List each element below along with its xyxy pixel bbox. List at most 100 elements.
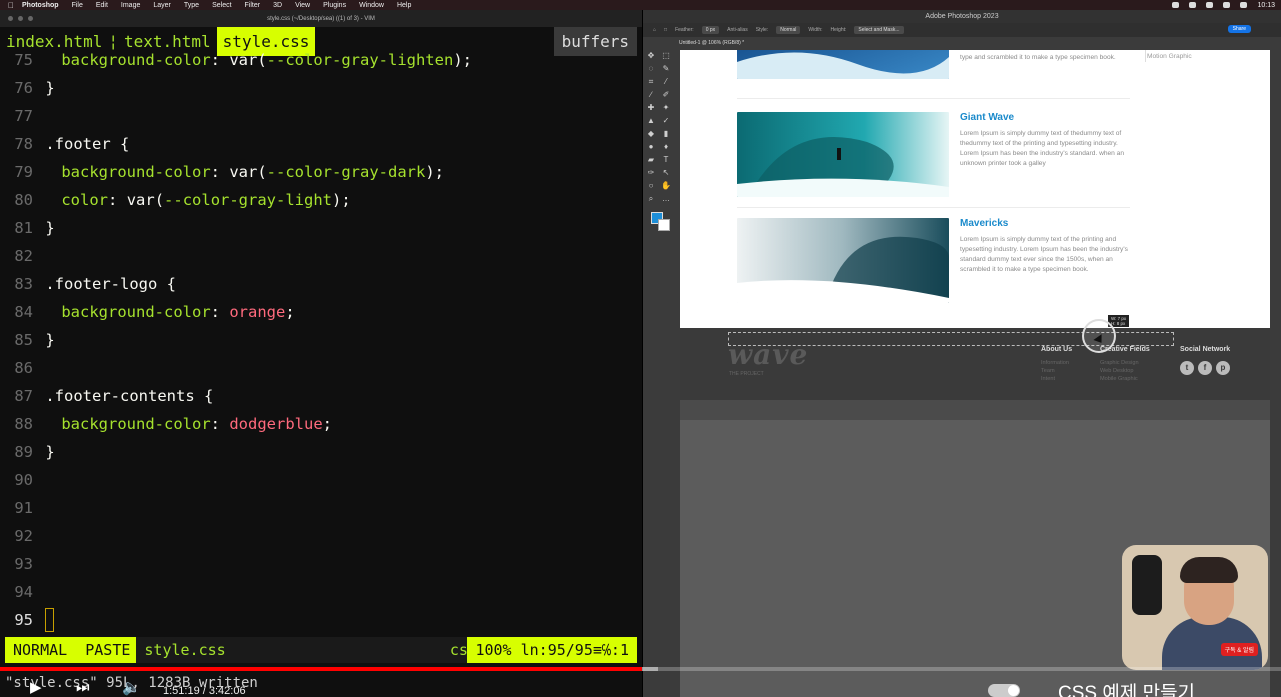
move-tool-icon[interactable]: ✥ <box>646 51 656 61</box>
line-number: 95 <box>14 611 33 629</box>
footer-fields-item[interactable]: Graphic Design <box>1100 360 1139 366</box>
menu-image[interactable]: Image <box>121 2 140 9</box>
wave-thumbnail <box>737 50 949 79</box>
footer-about-item[interactable]: Intent <box>1041 376 1055 382</box>
dodge-icon[interactable]: ♦ <box>661 142 671 152</box>
rect-marquee-icon[interactable]: ⬚ <box>661 51 671 61</box>
menu-type[interactable]: Type <box>184 2 199 9</box>
eraser-icon[interactable]: ◆ <box>646 129 656 139</box>
menu-edit[interactable]: Edit <box>96 2 108 9</box>
menu-layer[interactable]: Layer <box>153 2 171 9</box>
zoom-window-button[interactable] <box>28 16 33 21</box>
menu-plugins[interactable]: Plugins <box>323 2 346 9</box>
style-select[interactable]: Normal <box>776 26 801 34</box>
status-icon[interactable] <box>1206 2 1214 8</box>
hand-icon[interactable]: ✋ <box>661 181 671 191</box>
feather-input[interactable]: 0 px <box>701 26 720 34</box>
quick-select-icon[interactable]: ✎ <box>661 64 671 74</box>
code-line: 94 <box>0 578 642 606</box>
subscribe-badge[interactable]: 구독 & 알림 <box>1220 643 1258 656</box>
video-player-controls: ▶ ⏭ 🔈 1:51:19 / 3:42:06 CSS 예제 만들기 <box>0 676 1281 697</box>
footer-fields-item[interactable]: Web Desktop <box>1100 368 1133 374</box>
footer-about-item[interactable]: Team <box>1041 368 1055 374</box>
blur-icon[interactable]: ● <box>646 142 656 152</box>
menu-help[interactable]: Help <box>397 2 411 9</box>
type-icon[interactable]: T <box>661 155 671 165</box>
history-brush-icon[interactable]: ✓ <box>661 116 671 126</box>
footer-about-item[interactable]: Information <box>1041 360 1069 366</box>
next-icon[interactable]: ⏭ <box>76 679 90 697</box>
line-number: 94 <box>14 583 33 601</box>
canvas-page: type and scrambled it to make a type spe… <box>680 50 1270 328</box>
twitter-icon[interactable]: t <box>1180 361 1194 375</box>
facebook-icon[interactable]: f <box>1198 361 1212 375</box>
code-editor[interactable]: 75 background-color: var(--color-gray-li… <box>0 46 642 634</box>
play-icon[interactable]: ▶ <box>30 679 42 697</box>
menu-3d[interactable]: 3D <box>273 2 282 9</box>
ps-document-tab[interactable]: Untitled-1 @ 106% (RGB/8) * <box>679 37 744 49</box>
line-number: 93 <box>14 555 33 573</box>
css-property: background-color <box>61 303 211 321</box>
menubar-clock[interactable]: 10:13 <box>1257 2 1275 9</box>
volume-icon[interactable]: 🔈 <box>122 679 141 697</box>
status-icon[interactable] <box>1172 2 1180 8</box>
status-position: 100% ln:95/95≡℅:1 <box>467 637 637 663</box>
status-filename: style.css <box>144 641 226 659</box>
menu-window[interactable]: Window <box>359 2 384 9</box>
code-line: 83 .footer-logo { <box>0 270 642 298</box>
menu-file[interactable]: File <box>72 2 83 9</box>
eyedropper-icon[interactable]: ⁄ <box>661 77 671 87</box>
more-tools-icon[interactable]: … <box>661 194 671 204</box>
home-icon[interactable]: ⌂ <box>653 27 656 33</box>
path-select-icon[interactable]: ✑ <box>646 168 656 178</box>
anti-alias-checkbox[interactable]: Anti-alias <box>727 27 748 33</box>
close-window-button[interactable] <box>8 16 13 21</box>
line-number: 81 <box>14 219 33 237</box>
marquee-tool-icon[interactable]: □ <box>664 27 667 33</box>
direct-select-icon[interactable]: ↖ <box>661 168 671 178</box>
clone-icon[interactable]: ✦ <box>661 103 671 113</box>
brush-icon[interactable]: ∕ <box>646 90 656 100</box>
code-line: 84 background-color: orange; <box>0 298 642 326</box>
menu-select[interactable]: Select <box>212 2 231 9</box>
apple-icon[interactable]:  <box>8 1 14 10</box>
code-line: 91 <box>0 494 642 522</box>
ellipse-icon[interactable]: ○ <box>646 181 656 191</box>
battery-icon[interactable] <box>1240 2 1248 8</box>
zoom-icon[interactable]: ⌕ <box>646 194 656 204</box>
minimize-window-button[interactable] <box>18 16 23 21</box>
pencil-icon[interactable]: ✐ <box>661 90 671 100</box>
css-function: var <box>229 163 258 181</box>
background-color-swatch[interactable] <box>658 219 670 231</box>
gradient-icon[interactable]: ▮ <box>661 129 671 139</box>
vim-mode-indicator: NORMAL PASTE <box>5 637 137 663</box>
line-number: 79 <box>14 163 33 181</box>
lasso-icon[interactable]: ◌ <box>646 64 656 74</box>
article-title[interactable]: Mavericks <box>960 218 1008 229</box>
wifi-icon[interactable] <box>1223 2 1231 8</box>
menu-filter[interactable]: Filter <box>245 2 261 9</box>
pen-icon[interactable]: ▰ <box>646 155 656 165</box>
autoplay-toggle[interactable] <box>988 684 1020 697</box>
footer-fields-item[interactable]: Mobile Graphic <box>1100 376 1138 382</box>
stamp-icon[interactable]: ▲ <box>646 116 656 126</box>
menu-view[interactable]: View <box>295 2 310 9</box>
video-progress-bar[interactable] <box>0 667 1281 671</box>
status-icon[interactable] <box>1189 2 1197 8</box>
code-line: 93 <box>0 550 642 578</box>
code-line: 88 background-color: dodgerblue; <box>0 410 642 438</box>
code-line: 82 <box>0 242 642 270</box>
footer-tagline: THE PROJECT <box>729 371 764 377</box>
pinterest-icon[interactable]: p <box>1216 361 1230 375</box>
line-number: 76 <box>14 79 33 97</box>
article-title[interactable]: Giant Wave <box>960 112 1014 123</box>
crop-icon[interactable]: ⌗ <box>646 77 656 87</box>
menu-app-name[interactable]: Photoshop <box>22 2 59 9</box>
code-line: 77 <box>0 102 642 130</box>
healing-icon[interactable]: ✚ <box>646 103 656 113</box>
code-line: 86 <box>0 354 642 382</box>
css-value: orange <box>229 303 286 321</box>
share-button[interactable]: Share <box>1227 25 1251 33</box>
select-and-mask-button[interactable]: Select and Mask... <box>854 26 904 34</box>
code-line: 85 } <box>0 326 642 354</box>
